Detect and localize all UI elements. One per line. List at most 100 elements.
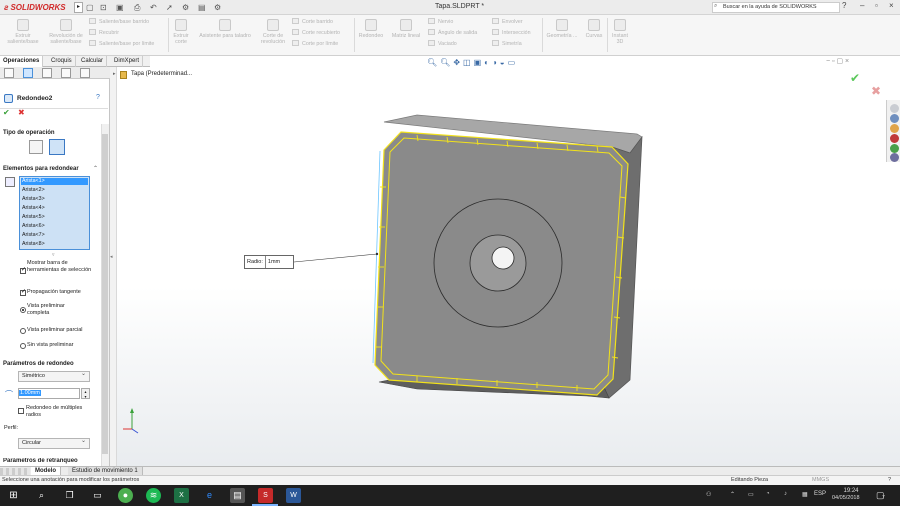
wrap-button[interactable]: Envolver: [492, 18, 523, 26]
multi-radius-checkbox[interactable]: [18, 408, 24, 414]
open-icon[interactable]: ⊡: [100, 2, 107, 13]
print-icon[interactable]: ⎙: [134, 2, 140, 13]
extrude-boss-button[interactable]: Extruir saliente/base: [2, 19, 44, 45]
cancel-x-icon[interactable]: ✖: [18, 108, 25, 117]
symmetric-dropdown[interactable]: Simétrico: [18, 370, 90, 382]
word-icon[interactable]: W: [286, 488, 301, 503]
tab-dimxpert[interactable]: DimXpert: [111, 56, 144, 67]
list-item[interactable]: Arista<3>: [22, 196, 45, 203]
keyboard-icon[interactable]: ▦: [802, 491, 808, 498]
edge-selection-list[interactable]: Arista<1> Arista<2> Arista<3> Arista<4> …: [19, 176, 90, 250]
flyout-expand-icon[interactable]: ▸: [113, 71, 116, 77]
show-toolbar-checkbox[interactable]: [20, 266, 26, 274]
curves-button[interactable]: Curvas: [582, 19, 606, 39]
language-indicator[interactable]: ESP: [814, 491, 826, 497]
list-item[interactable]: Arista<2>: [22, 187, 45, 194]
people-icon[interactable]: ⚇: [706, 491, 711, 498]
dimxpert-manager-icon[interactable]: [61, 68, 71, 78]
list-item[interactable]: Arista<5>: [22, 214, 45, 221]
through-hole[interactable]: [491, 246, 515, 270]
chrome-icon[interactable]: ●: [118, 488, 133, 503]
clock[interactable]: 19:24: [840, 487, 862, 495]
swept-cut-button[interactable]: Corte barrido: [292, 18, 333, 26]
list-item[interactable]: Arista<8>: [22, 241, 45, 248]
minimize-icon[interactable]: –: [860, 1, 864, 10]
battery-icon[interactable]: ▭: [748, 491, 754, 498]
intersect-button[interactable]: Intersección: [492, 29, 531, 37]
section-setback[interactable]: Parámetros de retranqueo: [3, 458, 78, 466]
full-preview-radio[interactable]: [20, 307, 26, 313]
radius-callout[interactable]: Radio: 1mm: [244, 255, 294, 269]
boundary-cut-button[interactable]: Corte por límite: [292, 40, 338, 48]
draft-button[interactable]: Ángulo de salida: [428, 29, 477, 37]
tangent-propagation-checkbox[interactable]: [20, 288, 26, 296]
file-properties-icon[interactable]: ▤: [198, 2, 206, 13]
loft-button[interactable]: Recubrir: [89, 29, 119, 37]
mirror-button[interactable]: Simetría: [492, 40, 522, 48]
partial-preview-radio[interactable]: [20, 328, 26, 334]
model-view[interactable]: [117, 67, 900, 466]
instant3d-button[interactable]: Instant 3D: [609, 19, 631, 45]
ok-checkmark-icon[interactable]: ✔: [3, 108, 10, 117]
hole-wizard-button[interactable]: Asistente para taladro: [194, 19, 256, 39]
radius-spinner[interactable]: ▴ ▾: [81, 388, 90, 399]
section-params[interactable]: Parámetros de redondeo: [3, 361, 74, 367]
status-units[interactable]: MMGS: [812, 477, 829, 483]
search-icon[interactable]: ⌕: [34, 488, 49, 503]
maximize-icon[interactable]: ▫: [875, 1, 878, 10]
tray-arrow-icon[interactable]: ⌃: [730, 491, 735, 498]
edge-browser-icon[interactable]: e: [202, 488, 217, 503]
heads-up-view-toolbar[interactable]: 🔍︎🔍︎✥◫▣◐◑◒▭: [427, 58, 518, 67]
solidworks-taskbar-icon[interactable]: S: [258, 488, 273, 503]
fillet-expert-icon[interactable]: [49, 139, 65, 155]
swept-boss-button[interactable]: Saliente/base barrido: [89, 18, 149, 26]
collapse-panel-icon[interactable]: ◂: [110, 254, 113, 260]
property-manager-icon[interactable]: [23, 68, 33, 78]
file-explorer-icon[interactable]: ▭: [90, 488, 105, 503]
help-icon[interactable]: ?: [842, 1, 846, 10]
fillet-button[interactable]: Redondeo: [356, 19, 386, 39]
excel-icon[interactable]: X: [174, 488, 189, 503]
tab-croquis[interactable]: Croquis: [48, 56, 76, 67]
tab-operaciones[interactable]: Operaciones: [0, 56, 44, 67]
boundary-boss-button[interactable]: Saliente/base por límite: [89, 40, 154, 48]
task-view-icon[interactable]: ❐: [62, 488, 77, 503]
save-icon[interactable]: ▣: [116, 2, 124, 13]
section-items[interactable]: Elementos para redondear: [3, 166, 79, 172]
list-item[interactable]: Arista<6>: [22, 223, 45, 230]
select-icon[interactable]: ➚: [166, 2, 173, 13]
reference-geometry-button[interactable]: Geometría ...: [544, 19, 580, 39]
lofted-cut-button[interactable]: Corte recubierto: [292, 29, 340, 37]
app-icon[interactable]: ▤: [230, 488, 245, 503]
status-help-icon[interactable]: ?: [888, 477, 891, 483]
tab-calcular[interactable]: Calcular: [78, 56, 108, 67]
network-icon[interactable]: ◔: [766, 491, 770, 497]
list-item[interactable]: Arista<7>: [22, 232, 45, 239]
solidworks-logo[interactable]: ƨ SOLIDWORKS: [4, 2, 66, 13]
rib-button[interactable]: Nervio: [428, 18, 453, 26]
revolve-cut-button[interactable]: Corte de revolución: [258, 19, 288, 45]
no-preview-radio[interactable]: [20, 343, 26, 349]
volume-icon[interactable]: ♪: [784, 491, 787, 497]
radius-input[interactable]: 1.00mm: [18, 388, 80, 399]
section-op-type[interactable]: Tipo de operación: [3, 130, 55, 136]
windows-start-icon[interactable]: ⊞: [6, 488, 21, 503]
new-document-icon[interactable]: ▢: [86, 2, 94, 13]
manual-fillet-icon[interactable]: [29, 140, 43, 154]
options-icon[interactable]: ⚙: [214, 2, 221, 13]
list-resize-grip[interactable]: ▿: [52, 252, 55, 258]
list-item[interactable]: Arista<4>: [22, 205, 45, 212]
undo-icon[interactable]: ↶: [150, 2, 157, 13]
configuration-manager-icon[interactable]: [42, 68, 52, 78]
revolve-boss-button[interactable]: Revolución de saliente/base: [45, 19, 87, 45]
profile-dropdown[interactable]: Circular: [18, 437, 90, 449]
feature-tree-icon[interactable]: [4, 68, 14, 78]
spotify-icon[interactable]: ≋: [146, 488, 161, 503]
list-item[interactable]: Arista<1>: [21, 178, 88, 185]
scrollbar-thumb[interactable]: [102, 134, 108, 454]
extrude-cut-button[interactable]: Extruir corte: [170, 19, 192, 45]
display-manager-icon[interactable]: [80, 68, 90, 78]
tab-scroll-arrows[interactable]: [0, 468, 30, 475]
linear-pattern-button[interactable]: Matriz lineal: [388, 19, 424, 39]
close-icon[interactable]: ×: [889, 1, 894, 10]
